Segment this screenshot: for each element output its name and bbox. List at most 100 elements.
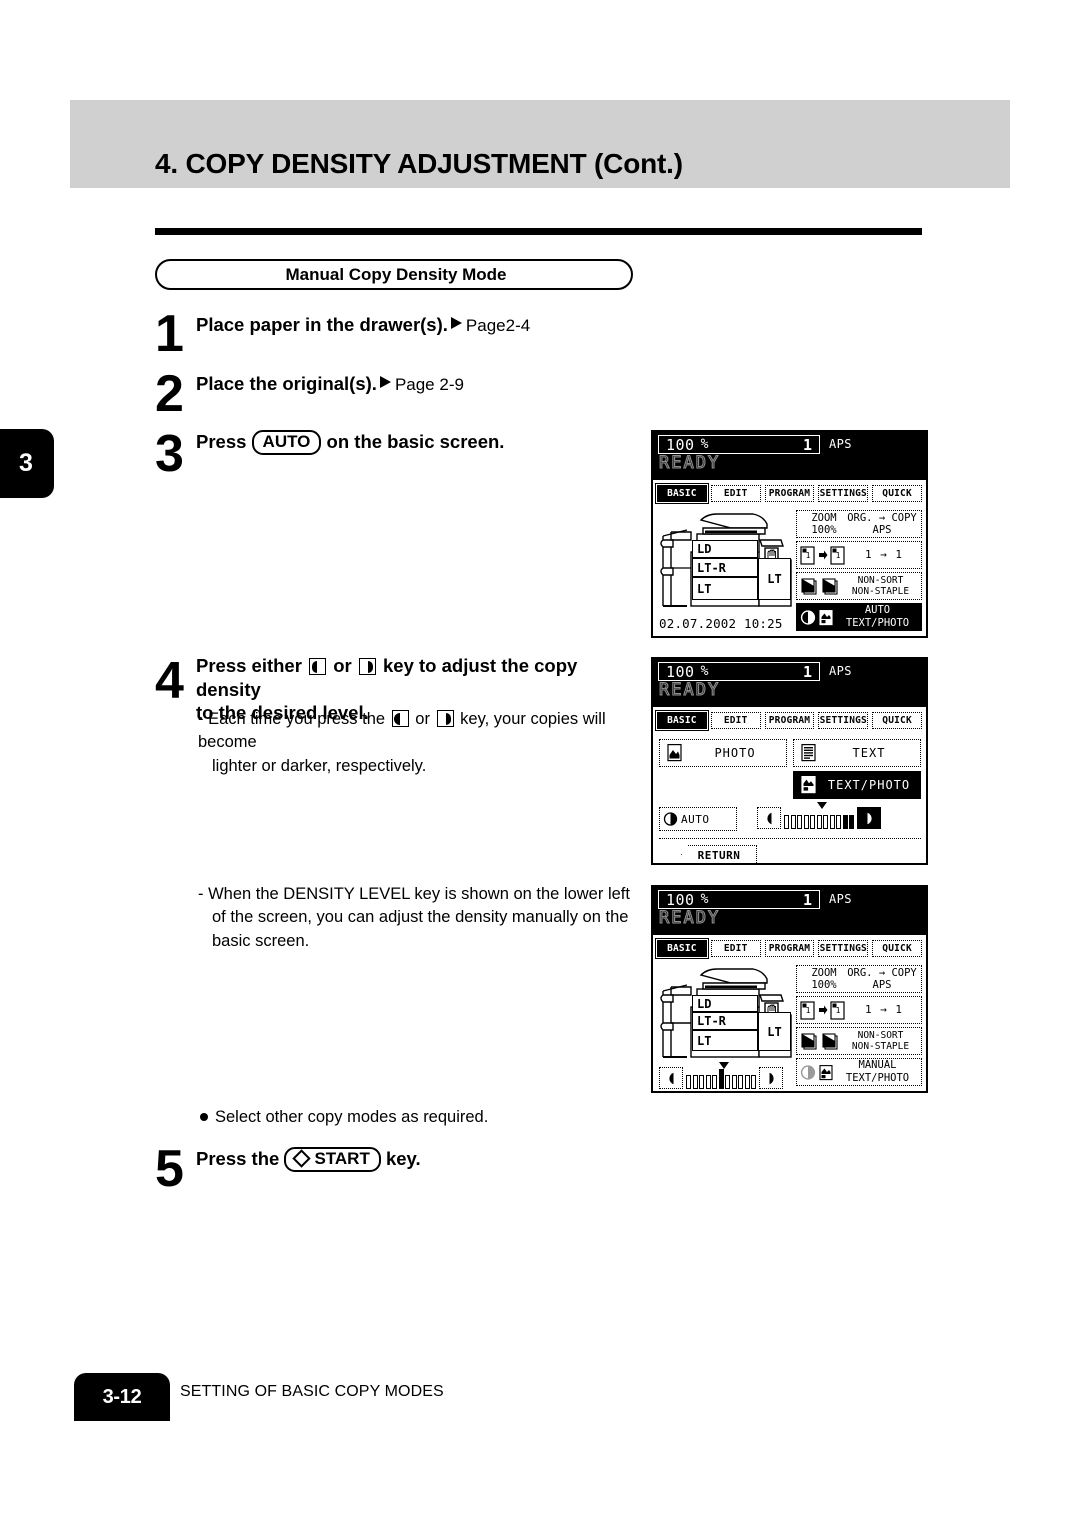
density-segment[interactable] bbox=[731, 1075, 737, 1089]
lcd3-drawer-lt[interactable]: LT bbox=[692, 1030, 758, 1051]
step-5-text-after: key. bbox=[385, 1148, 421, 1169]
photo-icon bbox=[667, 744, 682, 762]
lcd-density-screen[interactable]: 100 % 1 APS READY BASIC EDIT PROGRAM SET… bbox=[651, 657, 928, 865]
lcd3-drawer-ltr[interactable]: LT-R bbox=[692, 1012, 758, 1030]
density-segment[interactable] bbox=[790, 815, 796, 829]
density-segment[interactable] bbox=[842, 815, 848, 829]
density-segment[interactable] bbox=[784, 815, 789, 829]
reference-arrow-icon bbox=[379, 376, 391, 388]
density-pointer-icon bbox=[816, 802, 827, 809]
lcd1-density-button[interactable]: AUTO TEXT/PHOTO bbox=[796, 603, 922, 631]
lcd2-tab-edit[interactable]: EDIT bbox=[710, 711, 761, 729]
bullet-icon bbox=[200, 1113, 208, 1121]
density-segment[interactable] bbox=[751, 1075, 756, 1089]
density-segment[interactable] bbox=[692, 1075, 698, 1089]
density-segment[interactable] bbox=[849, 815, 854, 829]
lcd3-drawer-ld[interactable]: LD bbox=[692, 995, 758, 1012]
lcd2-ratio-value: 100 bbox=[666, 662, 695, 681]
lcd1-tab-program[interactable]: PROGRAM bbox=[764, 484, 815, 502]
density-segment[interactable] bbox=[810, 815, 815, 829]
lcd3-lighter-button[interactable] bbox=[659, 1067, 683, 1089]
lcd1-tab-quick[interactable]: QUICK bbox=[872, 484, 922, 502]
start-keycap[interactable]: START bbox=[284, 1147, 381, 1173]
lcd2-photo-button[interactable]: PHOTO bbox=[659, 739, 787, 767]
density-segment[interactable] bbox=[699, 1075, 704, 1089]
lcd3-orgcopy-label: ORG. → COPY bbox=[847, 966, 917, 979]
lcd3-density-line2: TEXT/PHOTO bbox=[845, 1072, 910, 1084]
title-divider-rule bbox=[155, 228, 922, 235]
density-segment[interactable] bbox=[725, 1075, 730, 1089]
density-segment[interactable] bbox=[836, 815, 841, 829]
density-level-note-line-1: - When the DENSITY LEVEL key is shown on… bbox=[198, 885, 630, 903]
density-segment[interactable] bbox=[712, 1075, 717, 1089]
lcd1-drawer-ltr[interactable]: LT-R bbox=[692, 558, 758, 577]
lcd2-darker-button[interactable] bbox=[857, 807, 881, 829]
lcd2-lighter-button[interactable] bbox=[757, 807, 781, 829]
density-segment[interactable] bbox=[686, 1075, 691, 1089]
lcd3-density-level-slider[interactable] bbox=[659, 1062, 783, 1089]
density-segment[interactable] bbox=[744, 1075, 750, 1089]
lcd2-text-photo-label: TEXT/PHOTO bbox=[827, 778, 911, 792]
step-1-text: Place paper in the drawer(s). Page2-4 bbox=[196, 313, 530, 337]
density-segment[interactable] bbox=[718, 1069, 724, 1089]
lcd3-tab-basic[interactable]: BASIC bbox=[655, 937, 709, 959]
lcd2-text-label: TEXT bbox=[852, 746, 886, 760]
lcd2-density-slider[interactable] bbox=[757, 802, 881, 829]
lcd3-bypass-lt[interactable]: LT bbox=[758, 1012, 791, 1051]
step-1-number: 1 bbox=[155, 305, 184, 363]
footer-chapter-title: SETTING OF BASIC COPY MODES bbox=[180, 1383, 444, 1400]
lcd3-function-buttons[interactable]: ZOOM ORG. → COPY 100% APS 1 1 1 → 1 NON-… bbox=[796, 965, 922, 1089]
lcd2-tab-program[interactable]: PROGRAM bbox=[764, 711, 815, 729]
density-segment[interactable] bbox=[816, 815, 822, 829]
lcd1-tab-basic[interactable]: BASIC bbox=[655, 482, 709, 504]
lcd2-tab-settings[interactable]: SETTINGS bbox=[818, 711, 869, 729]
lcd2-tab-bar[interactable]: BASIC EDIT PROGRAM SETTINGS QUICK bbox=[653, 707, 926, 733]
density-segment[interactable] bbox=[803, 815, 809, 829]
lcd-basic-screen-manual[interactable]: 100 % 1 APS READY BASIC EDIT PROGRAM SET… bbox=[651, 885, 928, 1093]
lcd1-zoom-button[interactable]: ZOOM ORG. → COPY 100% APS bbox=[796, 510, 922, 538]
lcd2-tab-basic[interactable]: BASIC bbox=[655, 709, 709, 731]
duplex-page-icon: 1 bbox=[830, 1000, 845, 1020]
lcd1-function-buttons[interactable]: ZOOM ORG. → COPY 100% APS 1 1 1 → 1 NON-… bbox=[796, 510, 922, 634]
lcd3-darker-button[interactable] bbox=[759, 1067, 783, 1089]
lcd3-finisher-line1: NON-SORT bbox=[857, 1029, 904, 1041]
lcd1-drawer-lt[interactable]: LT bbox=[692, 577, 758, 600]
lcd1-bypass-lt[interactable]: LT bbox=[758, 558, 791, 600]
lcd3-tab-bar[interactable]: BASIC EDIT PROGRAM SETTINGS QUICK bbox=[653, 935, 926, 961]
auto-keycap[interactable]: AUTO bbox=[251, 430, 322, 456]
non-staple-stack-icon bbox=[822, 578, 838, 595]
lcd1-duplex-value: 1 → 1 bbox=[864, 548, 904, 562]
lcd2-text-photo-button[interactable]: TEXT/PHOTO bbox=[793, 771, 921, 799]
lcd1-tab-bar[interactable]: BASIC EDIT PROGRAM SETTINGS QUICK bbox=[653, 480, 926, 506]
density-segment[interactable] bbox=[829, 815, 835, 829]
contrast-circle-icon bbox=[800, 609, 816, 625]
lcd3-density-button[interactable]: MANUAL TEXT/PHOTO bbox=[796, 1058, 922, 1086]
lcd-basic-screen-auto[interactable]: 100 % 1 APS READY BASIC EDIT PROGRAM SET… bbox=[651, 430, 928, 638]
lcd3-slider-bars[interactable] bbox=[686, 1067, 756, 1089]
lcd3-duplex-button[interactable]: 1 1 1 → 1 bbox=[796, 996, 922, 1024]
density-segment[interactable] bbox=[797, 815, 802, 829]
lcd1-tab-edit[interactable]: EDIT bbox=[710, 484, 761, 502]
lcd3-tab-program[interactable]: PROGRAM bbox=[764, 939, 815, 957]
lcd3-tab-settings[interactable]: SETTINGS bbox=[818, 939, 869, 957]
density-segment[interactable] bbox=[738, 1075, 743, 1089]
lcd3-tab-edit[interactable]: EDIT bbox=[710, 939, 761, 957]
lcd1-drawer-ld[interactable]: LD bbox=[692, 540, 758, 558]
lcd3-finisher-button[interactable]: NON-SORT NON-STAPLE bbox=[796, 1027, 922, 1055]
lcd2-text-button[interactable]: TEXT bbox=[793, 739, 921, 767]
non-sort-stack-icon bbox=[801, 578, 817, 595]
density-segment[interactable] bbox=[705, 1075, 711, 1089]
lcd2-return-button[interactable]: RETURN bbox=[681, 845, 757, 863]
start-keycap-label: START bbox=[314, 1149, 370, 1168]
density-segment[interactable] bbox=[823, 815, 828, 829]
lcd1-finisher-button[interactable]: NON-SORT NON-STAPLE bbox=[796, 572, 922, 600]
chapter-tab-marker: 3 bbox=[0, 429, 54, 498]
lcd2-tab-quick[interactable]: QUICK bbox=[872, 711, 922, 729]
lcd3-zoom-button[interactable]: ZOOM ORG. → COPY 100% APS bbox=[796, 965, 922, 993]
lcd3-zoom-label: ZOOM bbox=[811, 966, 837, 979]
lcd3-tab-quick[interactable]: QUICK bbox=[872, 939, 922, 957]
lcd2-auto-density-button[interactable]: AUTO bbox=[659, 807, 737, 831]
lcd1-tab-settings[interactable]: SETTINGS bbox=[818, 484, 869, 502]
lcd2-slider-bars[interactable] bbox=[784, 807, 854, 829]
lcd1-duplex-button[interactable]: 1 1 1 → 1 bbox=[796, 541, 922, 569]
